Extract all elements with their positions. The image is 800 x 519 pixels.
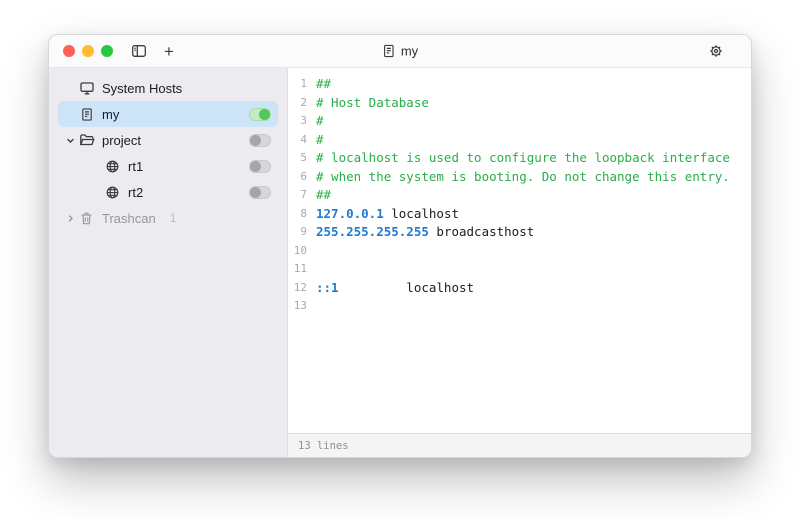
- editor-line[interactable]: 5# localhost is used to configure the lo…: [288, 149, 751, 168]
- monitor-icon: [78, 80, 95, 96]
- line-content: ::1 localhost: [316, 279, 474, 298]
- line-number: 11: [288, 260, 316, 279]
- line-content: 255.255.255.255 broadcasthost: [316, 223, 534, 242]
- code-segment-comment: # when the system is booting. Do not cha…: [316, 169, 730, 184]
- line-content: #: [316, 112, 324, 131]
- sidebar-item-label: rt1: [128, 159, 143, 174]
- window-title-text: my: [401, 44, 418, 59]
- toggle-sidebar-button[interactable]: [127, 41, 151, 61]
- line-number: 8: [288, 205, 316, 224]
- sidebar-item-trashcan[interactable]: Trashcan 1: [58, 205, 278, 231]
- sidebar-item-rt1[interactable]: rt1: [58, 153, 278, 179]
- sidebar: System Hosts my project rt1 rt2 Trashcan 1: [49, 68, 288, 457]
- settings-button[interactable]: [704, 41, 728, 61]
- enable-toggle[interactable]: [249, 134, 271, 147]
- editor-line[interactable]: 4#: [288, 131, 751, 150]
- line-number: 2: [288, 94, 316, 113]
- code-segment-ip: 127.0.0.1: [316, 206, 384, 221]
- hosts-editor[interactable]: 1##2# Host Database3#4#5# localhost is u…: [288, 68, 751, 433]
- code-segment-plain: localhost: [384, 206, 459, 221]
- trash-icon: [78, 211, 95, 226]
- sidebar-item-rt2[interactable]: rt2: [58, 179, 278, 205]
- editor-line[interactable]: 11: [288, 260, 751, 279]
- line-number: 10: [288, 242, 316, 261]
- editor-column: 1##2# Host Database3#4#5# localhost is u…: [288, 68, 751, 457]
- line-number: 3: [288, 112, 316, 131]
- line-number: 13: [288, 297, 316, 316]
- enable-toggle[interactable]: [249, 186, 271, 199]
- sidebar-item-label: my: [102, 107, 119, 122]
- line-content: # localhost is used to configure the loo…: [316, 149, 730, 168]
- status-bar: 13 lines: [288, 433, 751, 457]
- chevron-right-icon[interactable]: [63, 213, 78, 224]
- line-content: # Host Database: [316, 94, 429, 113]
- line-count-label: 13 lines: [298, 440, 349, 452]
- editor-line[interactable]: 3#: [288, 112, 751, 131]
- code-segment-plain: localhost: [339, 280, 474, 295]
- sidebar-toggle-icon: [131, 43, 147, 59]
- zoom-window-button[interactable]: [101, 45, 113, 57]
- minimize-window-button[interactable]: [82, 45, 94, 57]
- globe-icon: [104, 185, 121, 200]
- line-number: 1: [288, 75, 316, 94]
- line-number: 9: [288, 223, 316, 242]
- plus-icon: +: [164, 43, 174, 60]
- code-segment-comment: ##: [316, 187, 331, 202]
- editor-line[interactable]: 1##: [288, 75, 751, 94]
- document-icon: [78, 107, 95, 122]
- line-content: ##: [316, 75, 331, 94]
- toggle-knob: [250, 161, 261, 172]
- toggle-knob: [250, 187, 261, 198]
- code-segment-ip: 255.255.255.255: [316, 224, 429, 239]
- enable-toggle[interactable]: [249, 108, 271, 121]
- code-segment-plain: broadcasthost: [429, 224, 534, 239]
- toggle-knob: [259, 109, 270, 120]
- line-number: 5: [288, 149, 316, 168]
- code-segment-ip: ::1: [316, 280, 339, 295]
- window-title: my: [382, 44, 418, 59]
- app-body: System Hostsmyprojectrt1rt2Trashcan1 1##…: [49, 68, 751, 457]
- editor-line[interactable]: 13: [288, 297, 751, 316]
- sidebar-item-label: project: [102, 133, 141, 148]
- close-window-button[interactable]: [63, 45, 75, 57]
- code-segment-comment: # Host Database: [316, 95, 429, 110]
- editor-line[interactable]: 8127.0.0.1 localhost: [288, 205, 751, 224]
- gear-icon: [708, 43, 724, 59]
- globe-icon: [104, 159, 121, 174]
- sidebar-item-label: Trashcan: [102, 211, 156, 226]
- enable-toggle[interactable]: [249, 160, 271, 173]
- editor-line[interactable]: 7##: [288, 186, 751, 205]
- chevron-down-icon[interactable]: [63, 135, 78, 146]
- editor-line[interactable]: 6# when the system is booting. Do not ch…: [288, 168, 751, 187]
- line-content: #: [316, 131, 324, 150]
- sidebar-item-label: System Hosts: [102, 81, 182, 96]
- app-window: + my System Hostsmyprojectrt1rt2Tra: [48, 34, 752, 458]
- line-content: 127.0.0.1 localhost: [316, 205, 459, 224]
- sidebar-item-label: rt2: [128, 185, 143, 200]
- add-hosts-button[interactable]: +: [160, 41, 178, 62]
- document-icon: [382, 44, 396, 59]
- traffic-lights: [63, 45, 113, 57]
- code-segment-comment: #: [316, 113, 324, 128]
- editor-line[interactable]: 12::1 localhost: [288, 279, 751, 298]
- line-number: 12: [288, 279, 316, 298]
- code-segment-comment: # localhost is used to configure the loo…: [316, 150, 730, 165]
- title-bar: + my: [49, 35, 751, 68]
- editor-line[interactable]: 9255.255.255.255 broadcasthost: [288, 223, 751, 242]
- line-number: 6: [288, 168, 316, 187]
- sidebar-item-my[interactable]: my: [58, 101, 278, 127]
- folder-open-icon: [78, 132, 95, 148]
- item-count-badge: 1: [170, 211, 177, 225]
- line-number: 4: [288, 131, 316, 150]
- sidebar-item-project[interactable]: project: [58, 127, 278, 153]
- toggle-knob: [250, 135, 261, 146]
- code-segment-comment: ##: [316, 76, 331, 91]
- editor-line[interactable]: 2# Host Database: [288, 94, 751, 113]
- code-segment-comment: #: [316, 132, 324, 147]
- line-content: # when the system is booting. Do not cha…: [316, 168, 730, 187]
- line-content: ##: [316, 186, 331, 205]
- line-number: 7: [288, 186, 316, 205]
- editor-line[interactable]: 10: [288, 242, 751, 261]
- sidebar-item-system-hosts[interactable]: System Hosts: [58, 75, 278, 101]
